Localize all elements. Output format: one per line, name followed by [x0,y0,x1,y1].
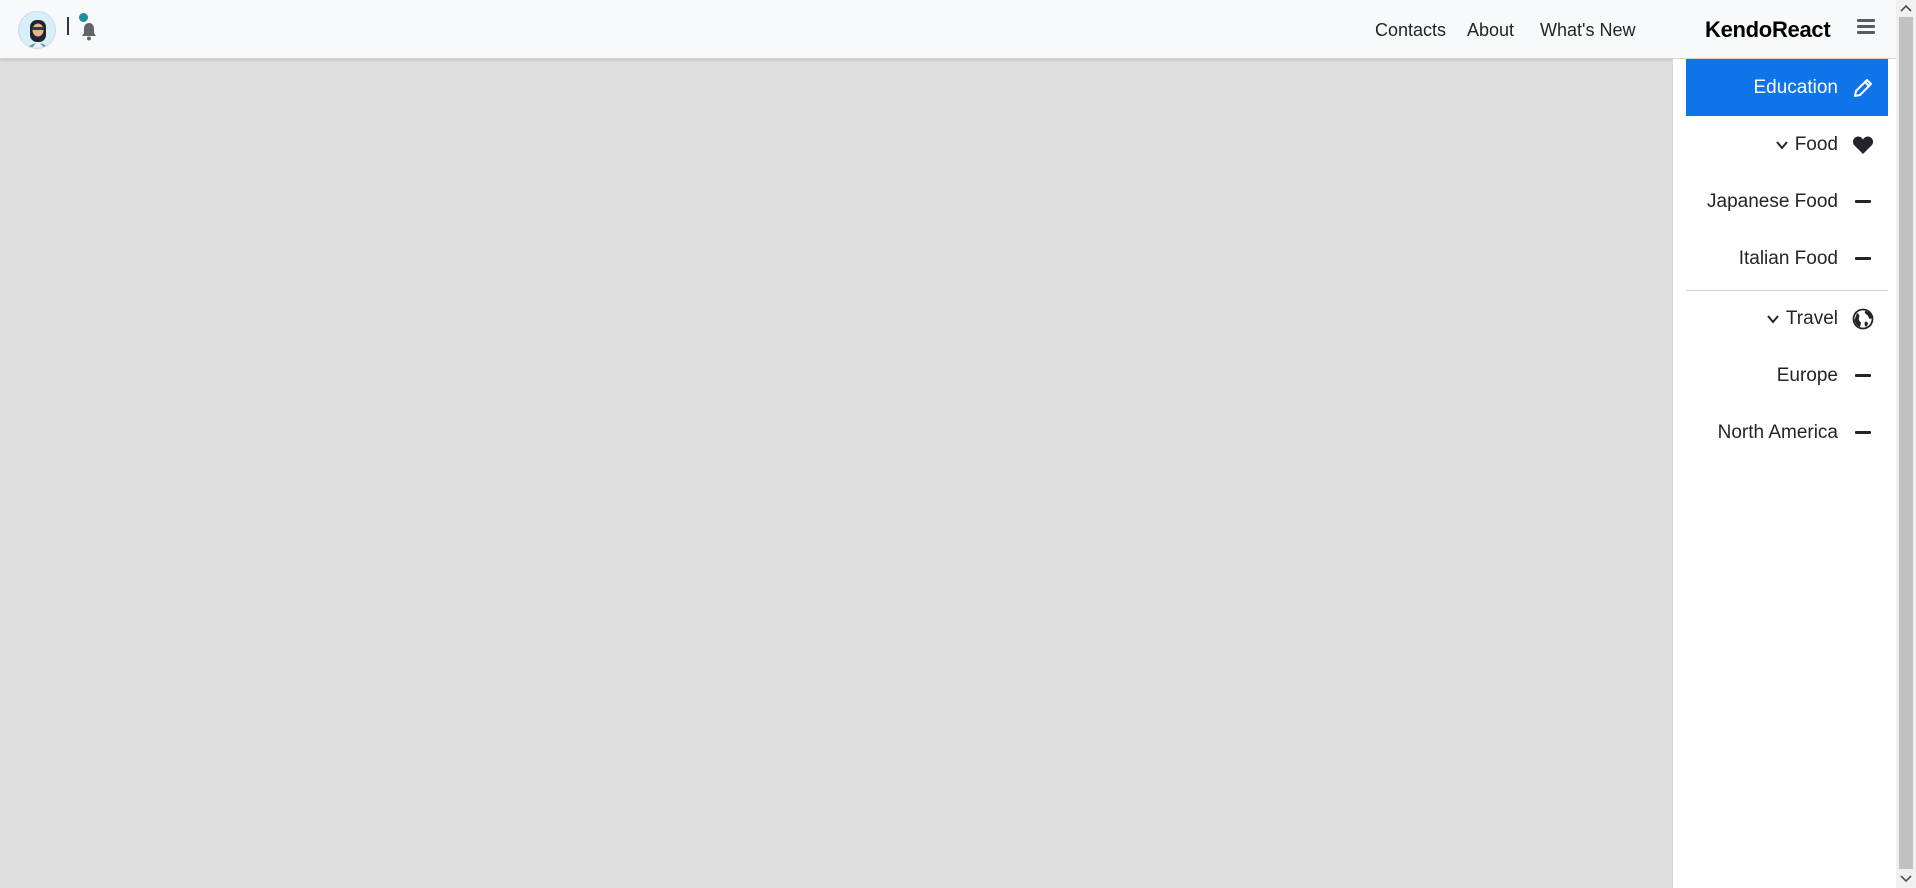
main-content [0,60,1672,888]
vertical-scrollbar[interactable] [1896,0,1916,888]
globe-icon [1838,290,1888,347]
drawer-item-label: Europe [1776,364,1838,386]
pencil-icon [1838,59,1888,116]
side-drawer: Education Food Japanese Food Italian Foo… [1672,59,1896,888]
drawer-item-label: Travel [1785,307,1838,329]
scrollbar-thumb[interactable] [1899,17,1913,869]
bell-icon[interactable] [80,21,98,41]
nav-about[interactable]: About [1467,20,1514,41]
user-avatar[interactable] [18,11,56,49]
drawer-item-north-america[interactable]: North America [1686,404,1888,461]
drawer-item-travel[interactable]: Travel [1686,290,1888,347]
heart-icon [1838,116,1888,173]
drawer-item-label: Education [1753,76,1838,98]
drawer-item-food[interactable]: Food [1686,116,1888,173]
nav-whats-new[interactable]: What's New [1540,20,1635,41]
minus-icon [1838,347,1888,404]
chevron-down-icon [1775,140,1788,150]
brand-title: KendoReact [1705,17,1831,42]
drawer-item-label: Japanese Food [1707,190,1838,212]
drawer-item-europe[interactable]: Europe [1686,347,1888,404]
drawer-item-education[interactable]: Education [1686,59,1888,116]
app-bar: Contacts About What's New KendoReact [0,0,1896,59]
drawer-item-label: Food [1794,133,1838,155]
drawer-item-label: Italian Food [1738,247,1838,269]
scroll-down-arrow-icon[interactable] [1900,874,1912,884]
chevron-down-icon [1767,314,1779,324]
drawer-item-label: North America [1717,421,1838,443]
hamburger-menu-icon[interactable] [1857,19,1875,37]
nav-contacts[interactable]: Contacts [1375,20,1446,41]
minus-icon [1838,404,1888,461]
drawer-item-japanese-food[interactable]: Japanese Food [1686,173,1888,230]
avatar-image [19,12,55,48]
minus-icon [1838,173,1888,230]
minus-icon [1838,230,1888,287]
drawer-item-italian-food[interactable]: Italian Food [1686,230,1888,287]
scroll-up-arrow-icon[interactable] [1900,3,1912,13]
separator [67,17,69,35]
